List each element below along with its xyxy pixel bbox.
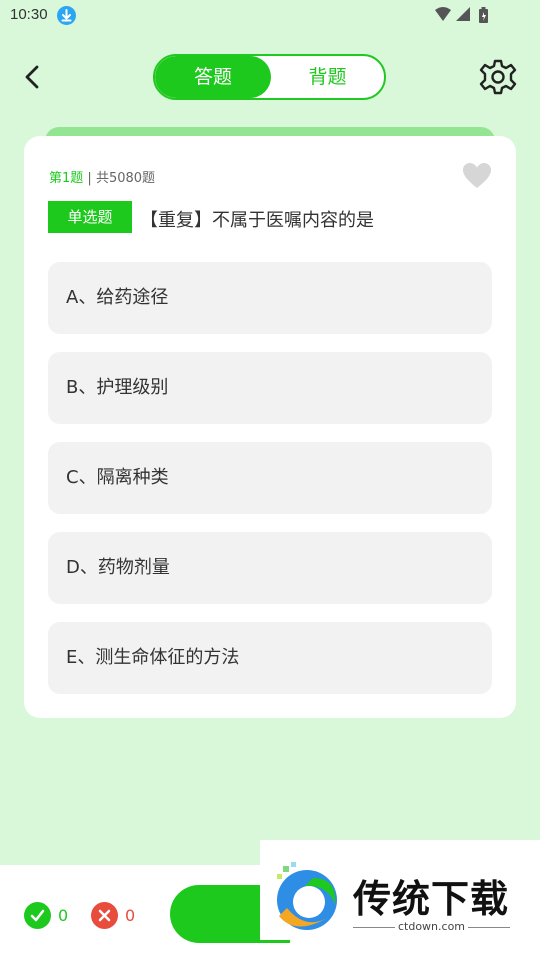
question-text: 【重复】不属于医嘱内容的是: [140, 210, 374, 231]
tab-memorize[interactable]: 背题: [271, 56, 384, 98]
question-index: 第1题: [49, 171, 84, 186]
status-bar: 10:30: [0, 0, 540, 32]
mode-toggle: 答题 背题: [153, 54, 386, 100]
question-progress: 第1题 | 共5080题: [49, 167, 155, 186]
option-a[interactable]: A、给药途径: [48, 262, 492, 334]
option-e[interactable]: E、测生命体征的方法: [48, 622, 492, 694]
settings-button[interactable]: [478, 57, 518, 97]
wrong-count: 0: [125, 906, 136, 925]
check-icon: [24, 902, 51, 929]
watermark-url: ctdown.com: [353, 920, 510, 933]
wifi-icon: [435, 7, 451, 21]
battery-icon: [479, 7, 488, 23]
correct-stat: 0: [24, 902, 68, 929]
gear-icon: [479, 59, 517, 95]
watermark-logo-icon: [277, 862, 337, 930]
tab-answer[interactable]: 答题: [155, 56, 271, 98]
option-b[interactable]: B、护理级别: [48, 352, 492, 424]
status-time: 10:30: [10, 6, 48, 23]
question-total: 共5080题: [95, 171, 156, 186]
option-d[interactable]: D、药物剂量: [48, 532, 492, 604]
cross-icon: [91, 902, 118, 929]
option-c[interactable]: C、隔离种类: [48, 442, 492, 514]
signal-icon: [456, 7, 470, 21]
status-icons: [432, 6, 508, 26]
wrong-stat: 0: [91, 902, 135, 929]
progress-separator: |: [83, 171, 96, 186]
watermark-text: 传统下载: [353, 877, 510, 921]
correct-count: 0: [58, 906, 69, 925]
question-card: 第1题 | 共5080题 单选题 【重复】不属于医嘱内容的是 A、给药途径 B、…: [24, 136, 516, 718]
back-button[interactable]: [14, 58, 50, 96]
heart-icon: [463, 163, 491, 188]
back-arrow-icon: [25, 65, 39, 89]
watermark: 传统下载 ctdown.com: [260, 840, 540, 940]
download-icon: [57, 6, 76, 25]
question-type-badge: 单选题: [48, 201, 132, 233]
favorite-button[interactable]: [462, 162, 492, 190]
